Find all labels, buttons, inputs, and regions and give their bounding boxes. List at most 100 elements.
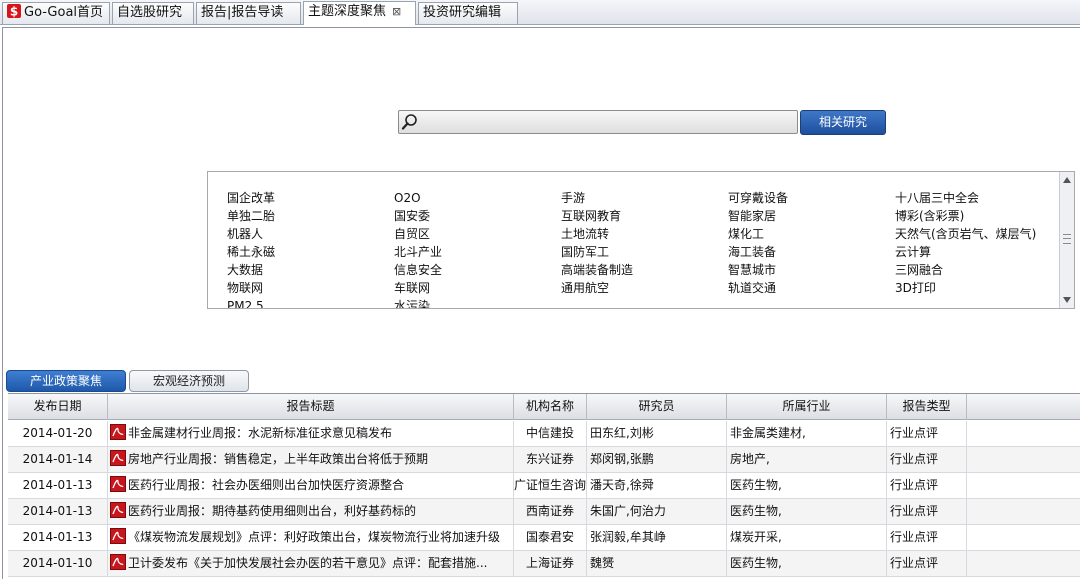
table-row[interactable]: 2014-01-10 卫计委发布《关于加快发展社会办医的若干意见》点评：配套措施… <box>8 551 1080 577</box>
topic-link[interactable]: 可穿戴设备 <box>728 189 893 207</box>
topic-link[interactable]: 土地流转 <box>561 225 726 243</box>
tab-macro-forecast[interactable]: 宏观经济预测 <box>129 370 249 392</box>
topic-link[interactable]: 天然气(含页岩气、煤层气) <box>895 225 1057 243</box>
report-title-link[interactable]: 医药行业周报：期待基药使用细则出台，利好基药标的 <box>128 504 416 518</box>
topic-link[interactable]: 北斗产业 <box>394 243 559 261</box>
table-row[interactable]: 2014-01-14 房地产行业周报：销售稳定，上半年政策出台将低于预期 东兴证… <box>8 447 1080 473</box>
pdf-icon <box>110 450 126 466</box>
scroll-up-arrow-icon[interactable] <box>1062 176 1072 184</box>
search-box[interactable] <box>398 110 798 134</box>
topic-link[interactable]: 手游 <box>561 189 726 207</box>
report-type-cell: 行业点评 <box>887 525 967 551</box>
close-icon[interactable]: ⊠ <box>392 2 401 22</box>
tab-watchlist-research[interactable]: 自选股研究 <box>112 2 194 24</box>
topic-link[interactable]: 十八届三中全会 <box>895 189 1057 207</box>
topic-link[interactable]: 国防军工 <box>561 243 726 261</box>
date-cell: 2014-01-14 <box>8 447 108 473</box>
institution-cell: 西南证券 <box>514 499 587 525</box>
topic-link[interactable]: 车联网 <box>394 279 559 297</box>
tab-reports[interactable]: 报告|报告导读 <box>196 2 301 24</box>
pdf-icon <box>110 476 126 492</box>
topic-link[interactable]: 智能家居 <box>728 207 893 225</box>
table-row[interactable]: 2014-01-13 《煤炭物流发展规划》点评：利好政策出台，煤炭物流行业将加速… <box>8 525 1080 551</box>
topic-link[interactable]: 3D打印 <box>895 279 1057 297</box>
scroll-grip-icon[interactable] <box>1063 234 1071 244</box>
industry-cell: 煤炭开采, <box>727 525 887 551</box>
empty-cell <box>967 525 1080 551</box>
topic-link[interactable]: PM2.5 <box>227 297 392 308</box>
report-title-link[interactable]: 非金属建材行业周报：水泥新标准征求意见稿发布 <box>128 426 392 440</box>
topic-column: 十八届三中全会 博彩(含彩票) 天然气(含页岩气、煤层气) 云计算 三网融合 3… <box>895 189 1057 297</box>
topic-link[interactable]: 高端装备制造 <box>561 261 726 279</box>
industry-cell: 医药生物, <box>727 499 887 525</box>
tab-label: 报告|报告导读 <box>201 5 284 20</box>
report-title-link[interactable]: 卫计委发布《关于加快发展社会办医的若干意见》点评：配套措施... <box>128 556 487 570</box>
topic-link[interactable]: 物联网 <box>227 279 392 297</box>
topic-link[interactable]: 信息安全 <box>394 261 559 279</box>
search-icon <box>401 114 417 130</box>
topic-link[interactable]: 大数据 <box>227 261 392 279</box>
pdf-icon <box>110 554 126 570</box>
table-row[interactable]: 2014-01-13 医药行业周报：社会办医细则出台加快医疗资源整合 广证恒生咨… <box>8 473 1080 499</box>
topic-link[interactable]: 煤化工 <box>728 225 893 243</box>
tab-label: 自选股研究 <box>117 5 183 20</box>
title-cell[interactable]: 卫计委发布《关于加快发展社会办医的若干意见》点评：配套措施... <box>108 551 514 577</box>
title-cell[interactable]: 医药行业周报：期待基药使用细则出台，利好基药标的 <box>108 499 514 525</box>
report-title-link[interactable]: 医药行业周报：社会办医细则出台加快医疗资源整合 <box>128 478 404 492</box>
topic-link[interactable]: 自贸区 <box>394 225 559 243</box>
topic-link[interactable]: 稀土永磁 <box>227 243 392 261</box>
topic-link[interactable]: 智慧城市 <box>728 261 893 279</box>
report-type-cell: 行业点评 <box>887 499 967 525</box>
title-cell[interactable]: 医药行业周报：社会办医细则出台加快医疗资源整合 <box>108 473 514 499</box>
topic-column: 可穿戴设备 智能家居 煤化工 海工装备 智慧城市 轨道交通 <box>728 189 893 297</box>
date-cell: 2014-01-20 <box>8 421 108 447</box>
tab-go-goal-home[interactable]: $ Go-Goal首页 <box>2 2 110 24</box>
industry-cell: 医药生物, <box>727 551 887 577</box>
empty-cell <box>967 447 1080 473</box>
column-header-industry[interactable]: 所属行业 <box>727 394 887 420</box>
topic-link[interactable]: 机器人 <box>227 225 392 243</box>
table-row[interactable]: 2014-01-20 非金属建材行业周报：水泥新标准征求意见稿发布 中信建投 田… <box>8 421 1080 447</box>
column-header-report-type[interactable]: 报告类型 <box>887 394 967 420</box>
topic-link[interactable]: 水污染 <box>394 297 559 308</box>
topic-link[interactable]: 通用航空 <box>561 279 726 297</box>
date-cell: 2014-01-13 <box>8 473 108 499</box>
column-header-title[interactable]: 报告标题 <box>108 394 514 420</box>
report-title-link[interactable]: 房地产行业周报：销售稳定，上半年政策出台将低于预期 <box>128 452 428 466</box>
related-research-button[interactable]: 相关研究 <box>800 110 886 135</box>
topic-link[interactable]: 国安委 <box>394 207 559 225</box>
tab-industry-policy-focus[interactable]: 产业政策聚焦 <box>6 370 126 392</box>
search-input[interactable] <box>421 113 791 131</box>
topic-link[interactable]: 云计算 <box>895 243 1057 261</box>
column-header-institution[interactable]: 机构名称 <box>514 394 587 420</box>
report-type-cell: 行业点评 <box>887 447 967 473</box>
title-cell[interactable]: 非金属建材行业周报：水泥新标准征求意见稿发布 <box>108 421 514 447</box>
table-row[interactable]: 2014-01-13 医药行业周报：期待基药使用细则出台，利好基药标的 西南证券… <box>8 499 1080 525</box>
report-type-cell: 行业点评 <box>887 473 967 499</box>
topic-link[interactable]: 博彩(含彩票) <box>895 207 1057 225</box>
report-title-link[interactable]: 《煤炭物流发展规划》点评：利好政策出台，煤炭物流行业将加速升级 <box>128 530 500 544</box>
topic-link[interactable]: 互联网教育 <box>561 207 726 225</box>
topic-link[interactable]: 轨道交通 <box>728 279 893 297</box>
report-type-cell: 行业点评 <box>887 551 967 577</box>
topic-link[interactable]: 单独二胎 <box>227 207 392 225</box>
industry-cell: 非金属类建材, <box>727 421 887 447</box>
topic-panel-scrollbar[interactable] <box>1059 172 1074 308</box>
topic-link[interactable]: 海工装备 <box>728 243 893 261</box>
tab-label: 投资研究编辑 <box>423 5 502 20</box>
column-header-researcher[interactable]: 研究员 <box>587 394 727 420</box>
topic-link[interactable]: O2O <box>394 189 559 207</box>
topic-link[interactable]: 国企改革 <box>227 189 392 207</box>
empty-cell <box>967 473 1080 499</box>
researcher-cell: 张润毅,牟其峥 <box>587 525 727 551</box>
title-cell[interactable]: 《煤炭物流发展规划》点评：利好政策出台，煤炭物流行业将加速升级 <box>108 525 514 551</box>
tab-theme-focus[interactable]: 主题深度聚焦 ⊠ <box>303 1 416 25</box>
topic-keyword-panel: 国企改革 单独二胎 机器人 稀土永磁 大数据 物联网 PM2.5 O2O 国安委… <box>207 171 1075 309</box>
scroll-down-arrow-icon[interactable] <box>1062 296 1072 304</box>
topic-link[interactable]: 三网融合 <box>895 261 1057 279</box>
title-cell[interactable]: 房地产行业周报：销售稳定，上半年政策出台将低于预期 <box>108 447 514 473</box>
industry-cell: 房地产, <box>727 447 887 473</box>
institution-cell: 广证恒生咨询 <box>514 473 587 499</box>
column-header-date[interactable]: 发布日期 <box>8 394 108 420</box>
tab-investment-editing[interactable]: 投资研究编辑 <box>418 2 518 24</box>
